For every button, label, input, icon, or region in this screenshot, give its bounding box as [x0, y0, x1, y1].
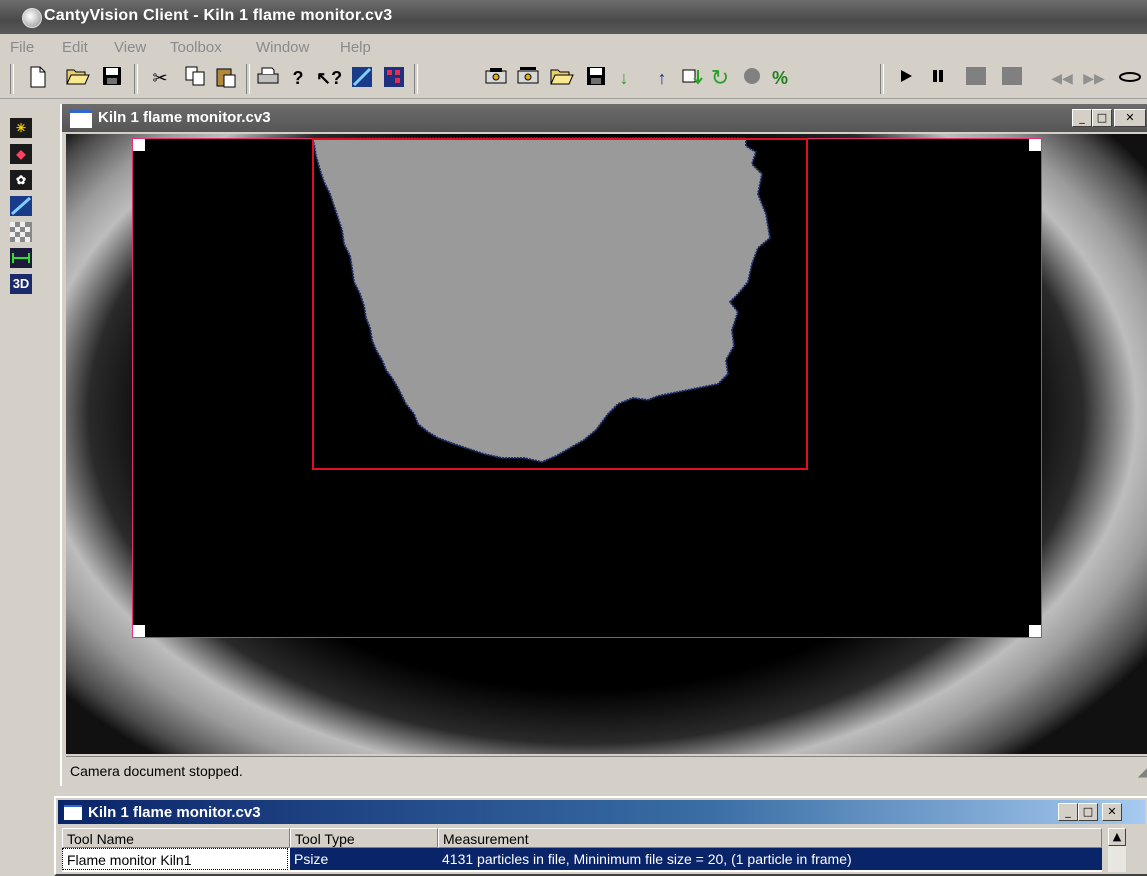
- refresh-icon[interactable]: ↻: [708, 66, 732, 90]
- panel-scrollbar[interactable]: ▲: [1108, 828, 1126, 872]
- status-bar: Camera document stopped. ◢: [66, 756, 1147, 785]
- left-tool-palette: ✳ ◆ ✿ 3D: [0, 100, 46, 872]
- panel-icon: [64, 805, 82, 820]
- app-title: CantyVision Client - Kiln 1 flame monito…: [44, 7, 393, 24]
- document-icon: [70, 110, 92, 128]
- new-file-icon[interactable]: [26, 66, 50, 90]
- line-tool-icon[interactable]: [10, 196, 32, 216]
- play-icon[interactable]: [894, 66, 918, 90]
- fast-forward-icon[interactable]: ▶▶: [1082, 66, 1106, 90]
- wand-icon[interactable]: [350, 66, 374, 90]
- menu-file[interactable]: File: [10, 39, 34, 56]
- main-toolbar: ✂ ? ↖? ↓ ↑ ↻ % ◀◀ ▶▶: [0, 60, 1147, 99]
- app-title-bar: CantyVision Client - Kiln 1 flame monito…: [0, 0, 1147, 34]
- context-help-icon[interactable]: ↖?: [316, 66, 342, 90]
- panel-title-bar: Kiln 1 flame monitor.cv3 _ □ ✕: [58, 800, 1145, 824]
- paste-icon[interactable]: [214, 66, 238, 90]
- document-window: Kiln 1 flame monitor.cv3 _ □ ✕ Camera do…: [60, 104, 1147, 786]
- measurement-panel: Kiln 1 flame monitor.cv3 _ □ ✕ Tool Name…: [54, 796, 1147, 876]
- save-disk-icon[interactable]: [584, 66, 608, 90]
- panel-minimize-icon[interactable]: _: [1058, 803, 1078, 821]
- menu-window[interactable]: Window: [256, 39, 309, 56]
- menu-edit[interactable]: Edit: [62, 39, 88, 56]
- app-logo-icon: [22, 8, 42, 28]
- column-header-measurement[interactable]: Measurement: [438, 828, 1102, 848]
- download-icon[interactable]: [680, 66, 704, 90]
- save-disk-icon[interactable]: [100, 66, 124, 90]
- cell-measurement[interactable]: 4131 particles in file, Mininimum file s…: [438, 848, 1102, 870]
- panel-title: Kiln 1 flame monitor.cv3: [88, 804, 261, 821]
- menu-toolbox[interactable]: Toolbox: [170, 39, 222, 56]
- arrow-up-icon[interactable]: ↑: [650, 66, 674, 90]
- detection-box[interactable]: [312, 138, 808, 470]
- menu-help[interactable]: Help: [340, 39, 371, 56]
- scroll-up-icon[interactable]: ▲: [1108, 828, 1126, 846]
- column-header-tool-name[interactable]: Tool Name: [62, 828, 290, 848]
- sparkle-icon[interactable]: ✳: [10, 118, 32, 138]
- arrow-down-icon[interactable]: ↓: [612, 66, 636, 90]
- stop-icon[interactable]: [1000, 66, 1024, 90]
- close-icon[interactable]: ✕: [1114, 109, 1146, 127]
- pattern-icon[interactable]: [382, 66, 406, 90]
- rewind-icon[interactable]: ◀◀: [1050, 66, 1074, 90]
- open-folder-icon[interactable]: [550, 66, 574, 90]
- maximize-icon[interactable]: □: [1092, 109, 1112, 127]
- document-title: Kiln 1 flame monitor.cv3: [98, 109, 271, 126]
- camera-icon[interactable]: [484, 66, 508, 90]
- measure-icon[interactable]: [10, 248, 32, 268]
- texture-icon[interactable]: [10, 222, 32, 242]
- open-folder-icon[interactable]: [66, 66, 90, 90]
- document-title-bar: Kiln 1 flame monitor.cv3 _ □ ✕: [62, 104, 1147, 132]
- cell-tool-type[interactable]: Psize: [290, 848, 438, 870]
- record-icon[interactable]: [740, 66, 764, 90]
- cell-tool-name[interactable]: Flame monitor Kiln1: [62, 848, 288, 870]
- help-icon[interactable]: ?: [286, 66, 310, 90]
- cut-icon[interactable]: ✂: [148, 66, 172, 90]
- percent-icon[interactable]: %: [768, 66, 792, 90]
- pause-icon[interactable]: [926, 66, 950, 90]
- stop-icon[interactable]: [964, 66, 988, 90]
- resize-grip-icon[interactable]: ◢: [1138, 765, 1147, 779]
- particles-icon[interactable]: ✿: [10, 170, 32, 190]
- measurement-table: Tool Name Tool Type Measurement Flame mo…: [62, 828, 1102, 872]
- print-icon[interactable]: [256, 66, 280, 90]
- panel-close-icon[interactable]: ✕: [1102, 803, 1122, 821]
- copy-icon[interactable]: [184, 66, 208, 90]
- 3d-icon[interactable]: 3D: [10, 274, 32, 294]
- column-header-tool-type[interactable]: Tool Type: [290, 828, 438, 848]
- menu-bar: File Edit View Toolbox Window Help: [0, 34, 1147, 60]
- minimize-icon[interactable]: _: [1072, 109, 1092, 127]
- camera-view[interactable]: [66, 134, 1147, 754]
- menu-view[interactable]: View: [114, 39, 146, 56]
- panel-maximize-icon[interactable]: □: [1078, 803, 1098, 821]
- camera-open-icon[interactable]: [516, 66, 540, 90]
- eraser-icon[interactable]: ◆: [10, 144, 32, 164]
- loop-icon[interactable]: [1118, 66, 1142, 90]
- status-text: Camera document stopped.: [70, 763, 243, 779]
